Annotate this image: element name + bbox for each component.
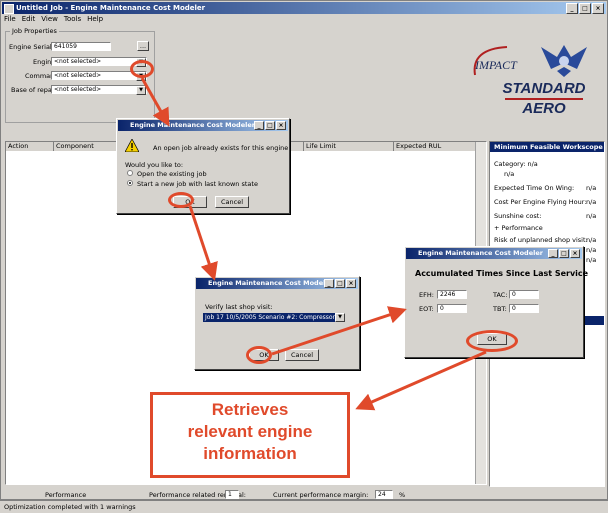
annotation-arrows (140, 77, 487, 411)
arrow-dialog2-to-dialog3 (271, 306, 407, 356)
arrow-dialog3-to-callout (355, 350, 487, 411)
arrow-dialog1-to-dialog2 (188, 205, 218, 281)
arrow-serial-to-dialog (140, 77, 170, 127)
